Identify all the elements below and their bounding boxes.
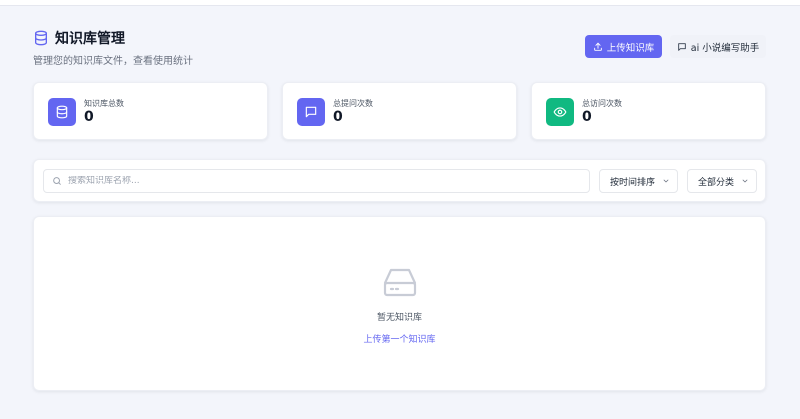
eye-icon — [553, 107, 567, 117]
page-title: 知识库管理 — [55, 31, 125, 47]
stat-card-knowledge-total: 知识库总数 0 — [33, 82, 268, 140]
stat-value: 0 — [582, 109, 592, 125]
inbox-drive-icon — [383, 268, 417, 297]
sort-select[interactable]: 按时间排序 — [599, 169, 678, 193]
upload-icon — [593, 42, 602, 51]
stat-card-questions-total: 总提问次数 0 — [282, 82, 517, 140]
filter-bar: 按时间排序 全部分类 — [33, 159, 766, 202]
chevron-down-icon — [742, 179, 748, 183]
stat-icon-badge — [297, 98, 325, 126]
stat-icon-badge — [48, 98, 76, 126]
search-input[interactable] — [68, 176, 568, 186]
message-icon — [305, 106, 317, 118]
database-icon — [56, 105, 68, 119]
stat-label: 总提问次数 — [333, 99, 373, 108]
category-select-value: 全部分类 — [698, 177, 735, 188]
ai-assistant-button[interactable]: ai 小说编写助手 — [670, 35, 766, 58]
page-header: 知识库管理 管理您的知识库文件，查看使用统计 上传知识库 ai 小说编写助手 — [33, 28, 766, 68]
category-select[interactable]: 全部分类 — [687, 169, 757, 193]
chevron-down-icon — [663, 179, 669, 183]
stat-icon-badge — [546, 98, 574, 126]
sort-select-value: 按时间排序 — [610, 177, 656, 188]
stat-card-visits-total: 总访问次数 0 — [531, 82, 766, 140]
stat-value: 0 — [333, 109, 343, 125]
stats-row: 知识库总数 0 总提问次数 0 总访问次数 0 — [33, 82, 766, 140]
empty-state-message: 暂无知识库 — [376, 313, 422, 323]
message-icon — [677, 42, 686, 51]
upload-knowledge-label: 上传知识库 — [606, 42, 655, 54]
stat-label: 总访问次数 — [582, 99, 622, 108]
database-icon — [35, 30, 47, 46]
upload-knowledge-button[interactable]: 上传知识库 — [585, 35, 662, 58]
upload-first-knowledge-link[interactable]: 上传第一个知识库 — [34, 332, 765, 345]
stat-value: 0 — [84, 109, 94, 125]
search-icon — [53, 177, 61, 185]
ai-assistant-label: ai 小说编写助手 — [690, 42, 760, 54]
top-bar — [0, 0, 800, 6]
knowledge-list-empty: 暂无知识库 上传第一个知识库 — [33, 216, 766, 391]
search-box[interactable] — [43, 169, 590, 193]
stat-label: 知识库总数 — [84, 99, 124, 108]
